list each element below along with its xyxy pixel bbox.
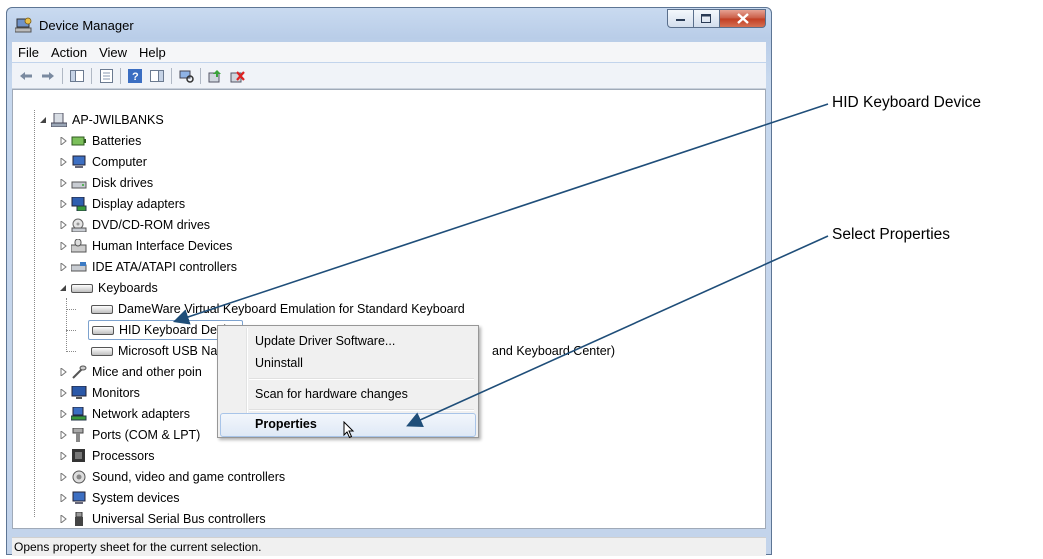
callout-hid-keyboard-device: HID Keyboard Device: [832, 94, 982, 111]
callout-arrows: [172, 103, 829, 428]
arrow-to-hid-device: [172, 103, 829, 325]
arrow-to-properties: [406, 235, 829, 428]
callout-select-properties: Select Properties: [832, 226, 951, 243]
